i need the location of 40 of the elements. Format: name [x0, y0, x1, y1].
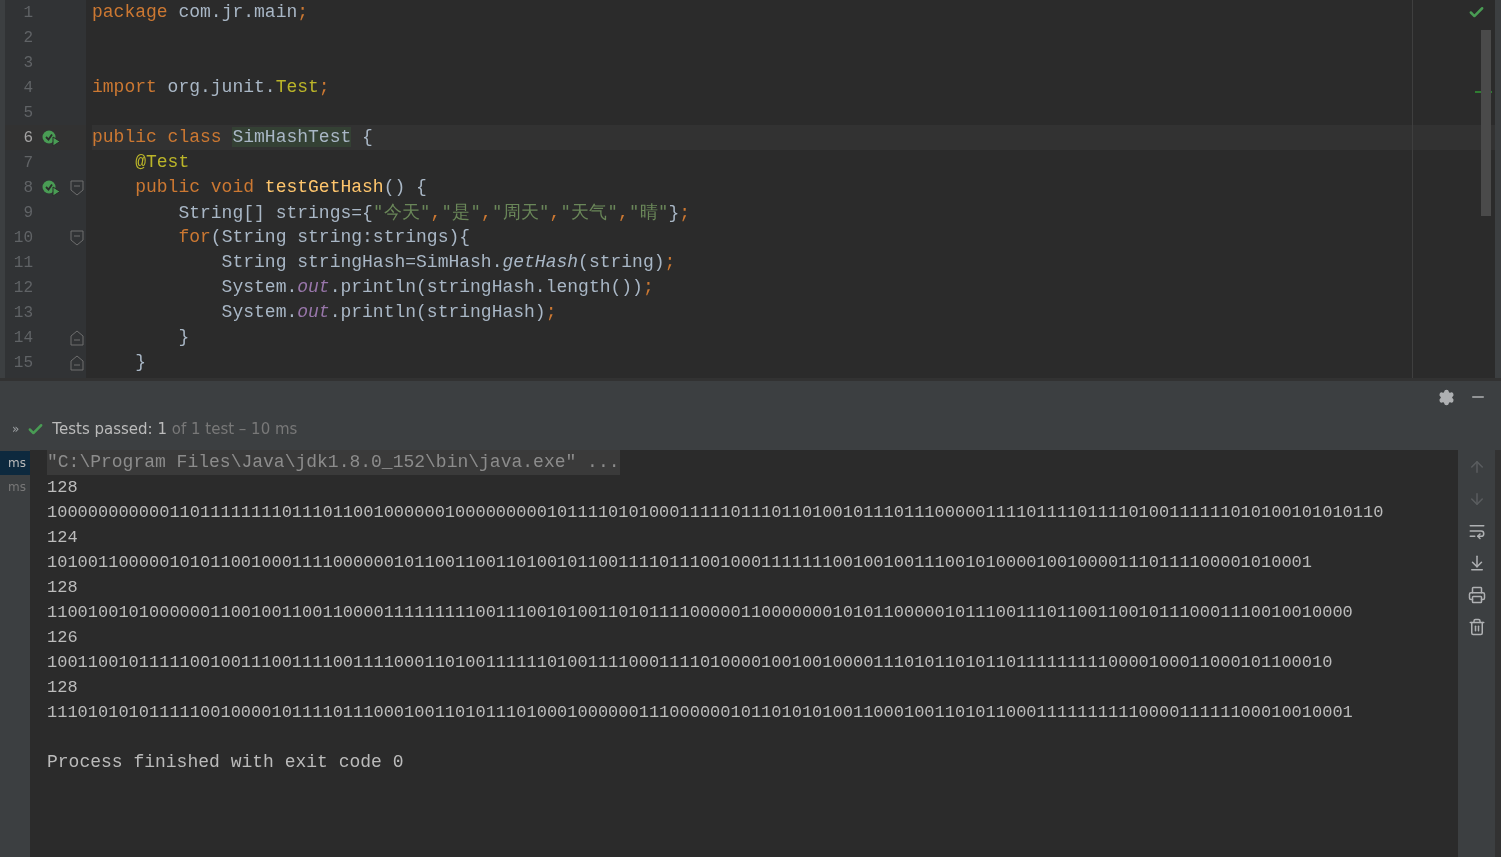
- fold-marker-icon[interactable]: [70, 329, 84, 346]
- code-line: package com.jr.main;: [92, 1, 309, 24]
- editor-scrollbar[interactable]: [1481, 30, 1491, 216]
- trash-icon[interactable]: [1467, 618, 1486, 636]
- console-output-line: 128: [47, 577, 78, 599]
- process-exit-message: Process finished with exit code 0: [47, 751, 404, 774]
- console-output-line: 1010011000001010110010001111000000101100110011010010110011110111001000111111100100100111001010000100100001110111100001010001: [47, 552, 1312, 574]
- console-output-line: 128: [47, 477, 78, 499]
- console-output-line: 100110010111110010011100111100111100011010011111101001111000111101000010010010000111010110101101111111110000100011000101100010: [47, 652, 1333, 674]
- code-line: String stringHash=SimHash.getHash(string);: [220, 251, 676, 274]
- console-output-line: 126: [47, 627, 78, 649]
- console-output-line: 11101010101111100100001011110111000100110101110100010000001110000001011010101001100010011010110001111111111000011111100010010001: [47, 702, 1353, 724]
- code-line: public class SimHashTest {: [92, 126, 373, 149]
- test-duration[interactable]: ms: [0, 475, 30, 499]
- settings-icon[interactable]: [1438, 388, 1455, 406]
- code-line: public void testGetHash() {: [134, 176, 427, 199]
- code-line: @Test: [134, 151, 190, 174]
- fold-marker-icon[interactable]: [70, 354, 84, 371]
- code-line: import org.junit.Test;: [92, 76, 330, 99]
- fold-marker-icon[interactable]: [70, 229, 84, 246]
- console-output-line: 10000000000011011111111011101100100000010000000001011110101000111110111011010010111011100000111101111011110100111111010100101010110: [47, 502, 1384, 524]
- code-line: String[] strings={"今天","是","周天","天气","晴"};: [177, 200, 691, 225]
- line-number: 6: [22, 127, 33, 149]
- run-test-icon[interactable]: [41, 178, 61, 197]
- console-output-line: 124: [47, 527, 78, 549]
- run-test-icon[interactable]: [41, 128, 61, 147]
- soft-wrap-icon[interactable]: [1467, 522, 1486, 540]
- test-status-text: Tests passed: 1 of 1 test – 10 ms: [52, 418, 298, 440]
- fold-marker-icon[interactable]: [70, 179, 84, 196]
- expand-toolbar-toggle[interactable]: »: [12, 420, 20, 438]
- console-output-line: 128: [47, 677, 78, 699]
- console-output-line: 11001001010000001100100110011000011111111100111001010011010111100000110000000101011000001011100111011001100101110001110010010000: [47, 602, 1353, 624]
- code-line: System.out.println(stringHash);: [220, 301, 557, 324]
- code-line: }: [134, 351, 146, 374]
- code-line: for(String string:strings){: [177, 226, 471, 249]
- test-duration[interactable]: ms: [0, 451, 30, 475]
- code-line: System.out.println(stringHash.length());: [220, 276, 654, 299]
- print-icon[interactable]: [1467, 586, 1486, 604]
- code-line: }: [177, 326, 190, 349]
- code-editor[interactable]: [0, 0, 1501, 378]
